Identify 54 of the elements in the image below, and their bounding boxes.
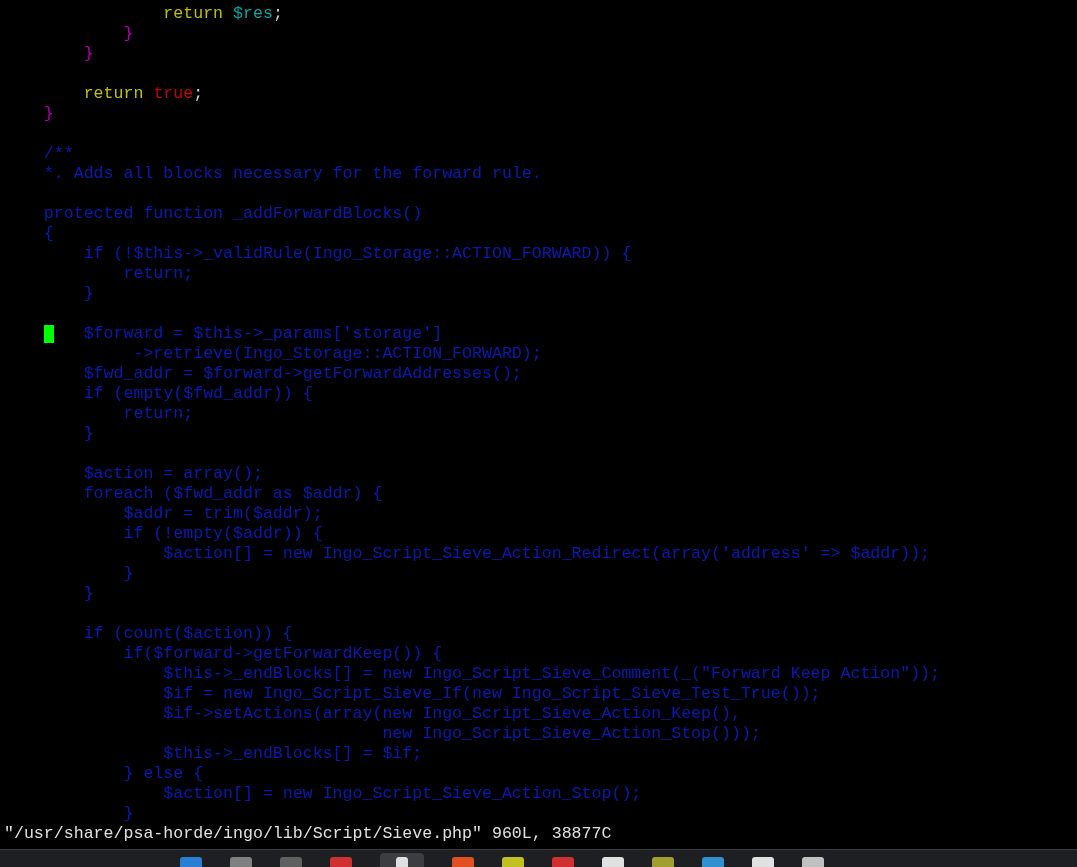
code-text: $action = array(); <box>82 464 263 484</box>
taskbar-app-icon[interactable] <box>552 857 574 867</box>
code-text: $addr = trim($addr); <box>122 504 323 524</box>
code-text: $action[] = new Ingo_Script_Sieve_Action_Redirect(array('address' => $addr)); <box>162 544 931 564</box>
active-taskbar-button[interactable] <box>380 853 424 867</box>
code-text: *. Adds all blocks necessary for the forward rule. <box>42 164 542 184</box>
taskbar-app-icon[interactable] <box>802 857 824 867</box>
code-text: $if = new Ingo_Script_Sieve_If(new Ingo_Script_Sieve_Test_True()); <box>162 684 821 704</box>
taskbar-app-icon[interactable] <box>396 857 408 867</box>
code-text: return <box>162 4 224 24</box>
code-text: if (!$this->_validRule(Ingo_Storage::ACTION_FORWARD)) { <box>82 244 632 264</box>
code-text: $if->setActions(array(new Ingo_Script_Sieve_Action_Keep(), <box>162 704 741 724</box>
code-text: foreach ($fwd_addr as $addr) { <box>82 484 383 504</box>
code-text: protected function _addForwardBlocks() <box>42 204 423 224</box>
taskbar-app-icon[interactable] <box>502 857 524 867</box>
code-text: } <box>42 104 54 124</box>
code-text: } <box>82 424 94 444</box>
code-text: $this->_endBlocks[] = $if; <box>162 744 423 764</box>
code-text: ->retrieve(Ingo_Storage::ACTION_FORWARD); <box>132 344 542 364</box>
code-text: $forward = $this->_params['storage'] <box>82 324 443 344</box>
taskbar-app-icon[interactable] <box>330 857 352 867</box>
code-text: if (count($action)) { <box>82 624 293 644</box>
taskbar-app-icon[interactable] <box>602 857 624 867</box>
code-text: } <box>122 564 134 584</box>
code-text: new Ingo_Script_Sieve_Action_Stop())); <box>381 724 761 744</box>
code-text: $fwd_addr = $forward->getForwardAddresses(); <box>82 364 522 384</box>
taskbar-app-icon[interactable] <box>452 857 474 867</box>
code-text: } <box>82 284 94 304</box>
status-line: "/usr/share/psa-horde/ingo/lib/Script/Sieve.php" 960L, 38877C <box>3 824 613 844</box>
code-text: { <box>42 224 54 244</box>
taskbar-app-icon[interactable] <box>652 857 674 867</box>
code-text: return; <box>122 404 194 424</box>
code-text: if (empty($fwd_addr)) { <box>82 384 313 404</box>
taskbar-app-icon[interactable] <box>702 857 724 867</box>
code-text: } <box>82 584 94 604</box>
code-text: $res <box>232 4 273 24</box>
code-text: } <box>82 44 94 64</box>
code-text: return <box>82 84 144 104</box>
code-text: ; <box>193 84 204 104</box>
code-text: return; <box>122 264 194 284</box>
taskbar-app-icon[interactable] <box>752 857 774 867</box>
code-text: true <box>152 84 194 104</box>
code-text: /** <box>42 144 74 164</box>
code-text: $action[] = new Ingo_Script_Sieve_Action_Stop(); <box>162 784 642 804</box>
code-text: $this->_endBlocks[] = new Ingo_Script_Sieve_Comment(_("Forward Keep Action")); <box>162 664 941 684</box>
taskbar-app-icon[interactable] <box>180 857 202 867</box>
code-text: if (!empty($addr)) { <box>122 524 323 544</box>
taskbar-app-icon[interactable] <box>280 857 302 867</box>
code-text: ; <box>272 4 283 24</box>
code-text: } <box>122 24 134 44</box>
code-text: } else { <box>122 764 204 784</box>
code-text: if($forward->getForwardKeep()) { <box>122 644 443 664</box>
taskbar-app-icon[interactable] <box>230 857 252 867</box>
code-text: } <box>122 804 134 824</box>
